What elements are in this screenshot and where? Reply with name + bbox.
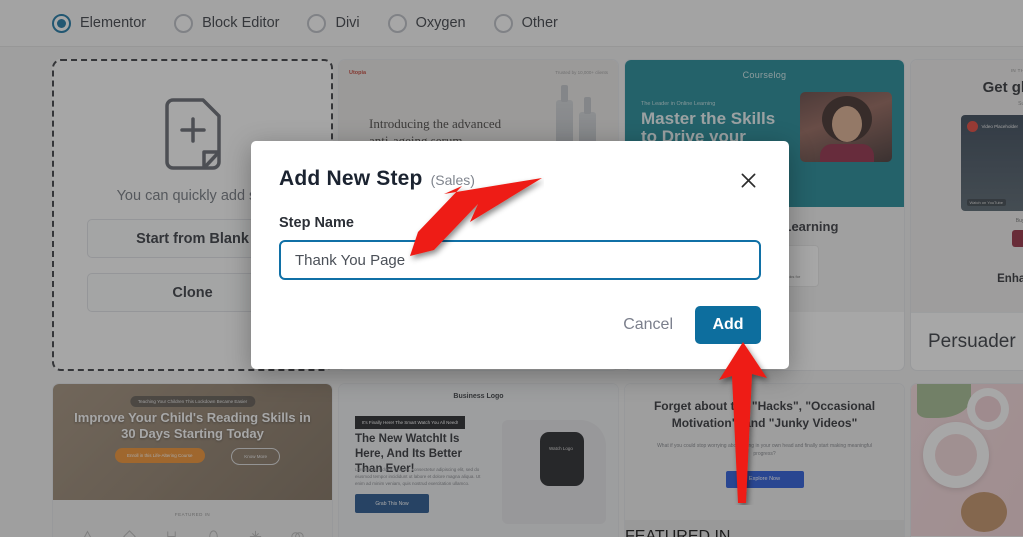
step-name-label: Step Name: [279, 215, 354, 231]
cancel-button[interactable]: Cancel: [623, 316, 673, 334]
screen: Elementor Block Editor Divi Oxygen Other: [0, 0, 1023, 537]
modal-context-label: (Sales): [430, 172, 475, 188]
add-button[interactable]: Add: [695, 306, 761, 344]
add-new-step-modal: Add New Step (Sales) Step Name Cancel Ad…: [251, 141, 789, 369]
modal-actions: Cancel Add: [279, 306, 761, 344]
modal-title: Add New Step: [279, 167, 423, 190]
close-icon[interactable]: [735, 167, 761, 193]
step-name-input[interactable]: [279, 240, 761, 280]
modal-title-group: Add New Step (Sales): [279, 167, 475, 191]
modal-header: Add New Step (Sales): [279, 167, 761, 193]
